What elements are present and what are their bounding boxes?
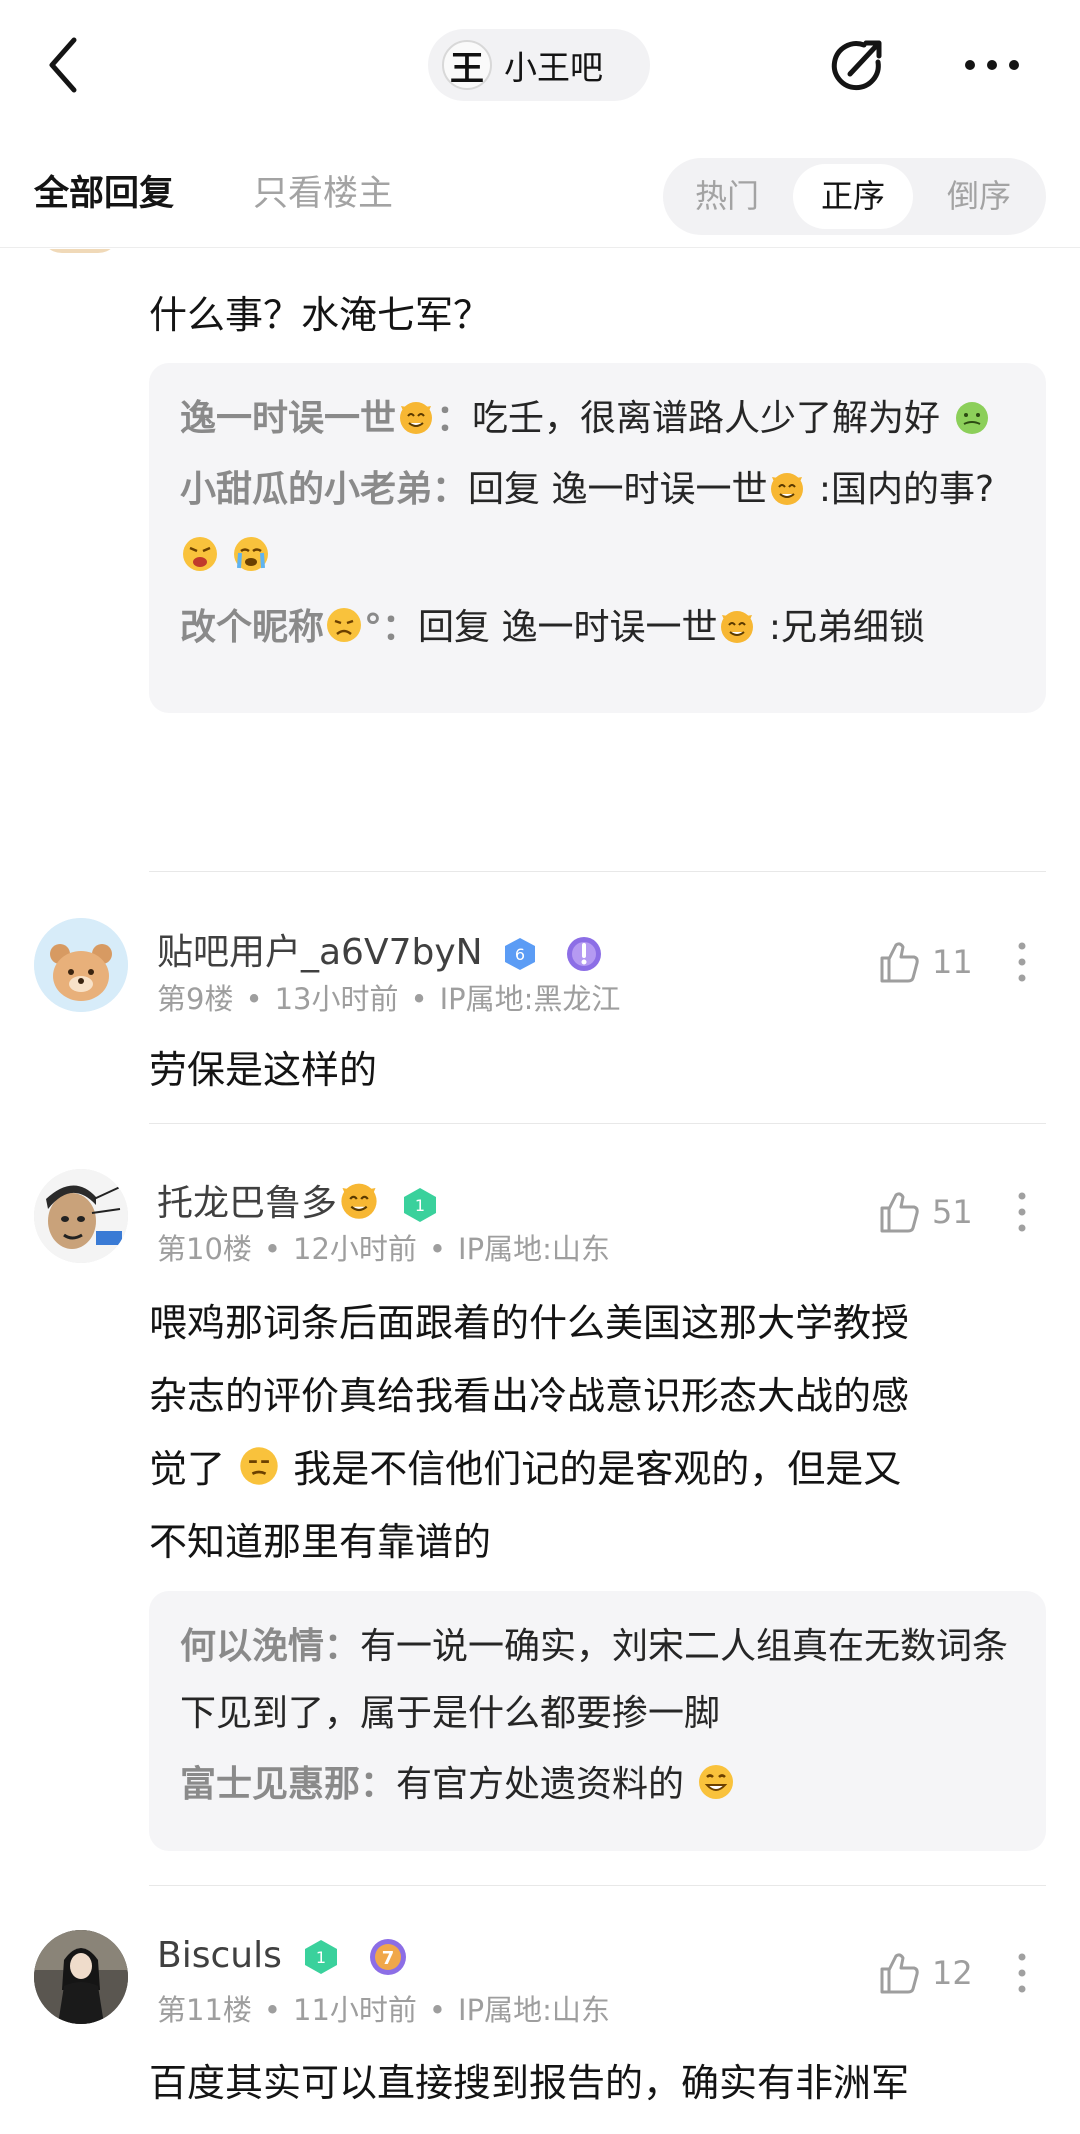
post-time: 13小时前 bbox=[274, 982, 399, 1016]
more-vertical-icon bbox=[1018, 1192, 1026, 1232]
tab-host-only[interactable]: 只看楼主 bbox=[253, 165, 393, 216]
tabs-row: 全部回复 只看楼主 热门 正序 倒序 bbox=[0, 135, 1080, 248]
sub-reply[interactable]: 小甜瓜的小老弟：回复 逸一时误一世 :国内的事? bbox=[180, 456, 1016, 590]
divider bbox=[149, 1123, 1046, 1124]
sad-emoji bbox=[325, 606, 363, 644]
forum-name: 小王吧 bbox=[504, 48, 603, 87]
ip-location: IP属地:黑龙江 bbox=[439, 982, 621, 1016]
like-button[interactable]: 12 bbox=[876, 1943, 986, 2003]
post-meta: 第9楼 • 13小时前 • IP属地:黑龙江 bbox=[157, 982, 621, 1016]
floor-number: 第11楼 bbox=[157, 1993, 252, 2027]
divider bbox=[149, 871, 1046, 872]
tab-all-replies[interactable]: 全部回复 bbox=[34, 165, 174, 216]
post-menu-button[interactable] bbox=[1008, 1945, 1036, 2001]
divider bbox=[149, 1885, 1046, 1886]
sub-reply-box[interactable]: 逸一时误一世 ：吃壬，很离谱路人少了解为好 小甜瓜的小老弟：回复 逸一时误一世 :… bbox=[149, 363, 1046, 713]
sub-reply[interactable]: 逸一时误一世 ：吃壬，很离谱路人少了解为好 bbox=[180, 385, 1016, 452]
username[interactable]: 托龙巴鲁多 1 bbox=[157, 1174, 440, 1226]
sub-reply-author[interactable]: 小甜瓜的小老弟 bbox=[180, 469, 432, 510]
reply-feed: 什么事？水淹七军？ 逸一时误一世 ：吃壬，很离谱路人少了解为好 小甜瓜的小老弟：回… bbox=[0, 249, 1080, 2134]
level-badge-icon: 1 bbox=[404, 1188, 437, 1222]
more-vertical-icon bbox=[1018, 942, 1026, 982]
share-icon bbox=[831, 40, 882, 91]
like-button[interactable]: 11 bbox=[876, 932, 986, 992]
ip-location: IP属地:山东 bbox=[458, 1232, 610, 1266]
share-button[interactable] bbox=[826, 34, 890, 98]
bear-avatar-icon bbox=[34, 918, 128, 1012]
post-body: 什么事？水淹七军？ bbox=[149, 293, 492, 337]
thumbs-up-icon bbox=[880, 942, 919, 983]
svg-text:1: 1 bbox=[316, 1948, 326, 1967]
username[interactable]: 贴吧用户_a6V7byN 6 bbox=[157, 923, 604, 975]
avatar[interactable] bbox=[34, 918, 128, 1012]
cat-emoji bbox=[770, 472, 805, 506]
thumbs-up-icon bbox=[880, 1192, 919, 1233]
cat-emoji bbox=[340, 1182, 378, 1220]
avatar[interactable] bbox=[34, 1930, 128, 2024]
chevron-left-icon bbox=[49, 37, 77, 93]
member-badge-icon bbox=[566, 937, 601, 971]
like-count: 51 bbox=[932, 1193, 973, 1231]
forum-pill[interactable]: 王 小王吧 bbox=[428, 29, 650, 101]
post-body: 劳保是这样的 bbox=[149, 1048, 378, 1092]
cat-emoji bbox=[399, 401, 434, 435]
username[interactable]: Bisculs 1 7 bbox=[157, 1935, 409, 1978]
sort-desc-option[interactable]: 倒序 bbox=[919, 158, 1039, 235]
sort-hot-option[interactable]: 热门 bbox=[667, 158, 787, 235]
post-menu-button[interactable] bbox=[1008, 1184, 1036, 1240]
avatar[interactable] bbox=[34, 1169, 128, 1263]
sub-reply-author[interactable]: 改个昵称 bbox=[180, 607, 324, 648]
sub-reply[interactable]: 何以浼情：有一说一确实，刘宋二人组真在无数词条下见到了，属于是什么都要掺一脚 bbox=[180, 1613, 1016, 1747]
ip-location: IP属地:山东 bbox=[458, 1993, 610, 2027]
level-badge-icon: 1 bbox=[305, 1940, 338, 1974]
level-badge-icon: 6 bbox=[505, 938, 536, 970]
top-nav-bar: 王 小王吧 bbox=[0, 0, 1080, 135]
post-meta: 第10楼 • 12小时前 • IP属地:山东 bbox=[157, 1232, 610, 1266]
sub-reply[interactable]: 改个昵称 °：回复 逸一时误一世 :兄弟细锁 bbox=[180, 594, 1016, 661]
meme-avatar-icon bbox=[34, 1169, 128, 1263]
member-badge-icon: 7 bbox=[369, 1939, 406, 1975]
sub-reply[interactable]: 富士见惠那：有官方处遗资料的 bbox=[180, 1751, 1016, 1818]
like-count: 12 bbox=[932, 1954, 973, 1992]
floor-number: 第9楼 bbox=[157, 982, 234, 1016]
post-time: 11小时前 bbox=[293, 1993, 417, 2027]
post-time: 12小时前 bbox=[293, 1232, 417, 1266]
sub-reply-author[interactable]: 富士见惠那 bbox=[180, 1764, 360, 1805]
svg-text:6: 6 bbox=[515, 945, 525, 964]
sub-reply-author[interactable]: 何以浼情 bbox=[180, 1626, 324, 1667]
thumbs-up-icon bbox=[880, 1953, 919, 1994]
photo-avatar-icon bbox=[34, 1930, 128, 2024]
more-vertical-icon bbox=[1018, 1953, 1026, 1993]
avatar[interactable] bbox=[40, 249, 120, 253]
more-options-button[interactable] bbox=[962, 52, 1022, 78]
post-body: 百度其实可以直接搜到报告的，确实有非洲军 bbox=[149, 2061, 910, 2105]
sort-toggle: 热门 正序 倒序 bbox=[663, 158, 1046, 235]
back-button[interactable] bbox=[34, 30, 94, 100]
sub-reply-box[interactable]: 何以浼情：有一说一确实，刘宋二人组真在无数词条下见到了，属于是什么都要掺一脚 富… bbox=[149, 1591, 1046, 1851]
post-menu-button[interactable] bbox=[1008, 934, 1036, 990]
sort-asc-option[interactable]: 正序 bbox=[793, 164, 913, 229]
svg-text:1: 1 bbox=[415, 1196, 425, 1215]
forum-logo: 王 bbox=[442, 40, 492, 90]
post-body: 喂鸡那词条后面跟着的什么美国这那大学教授 杂志的评价真给我看出冷战意识形态大战的… bbox=[149, 1301, 910, 1564]
sob-emoji bbox=[232, 535, 271, 573]
like-button[interactable]: 51 bbox=[876, 1182, 986, 1242]
like-count: 11 bbox=[932, 943, 973, 981]
meh-emoji bbox=[239, 1445, 280, 1487]
more-horizontal-icon bbox=[965, 60, 1019, 70]
sub-reply-author[interactable]: 逸一时误一世 bbox=[180, 398, 396, 439]
grin-emoji bbox=[697, 1763, 734, 1801]
svg-text:7: 7 bbox=[381, 1948, 394, 1969]
floor-number: 第10楼 bbox=[157, 1232, 252, 1266]
scream-emoji bbox=[181, 535, 219, 573]
sick-emoji bbox=[954, 401, 989, 435]
post-meta: 第11楼 • 11小时前 • IP属地:山东 bbox=[157, 1993, 610, 2027]
cat-emoji bbox=[720, 610, 755, 644]
